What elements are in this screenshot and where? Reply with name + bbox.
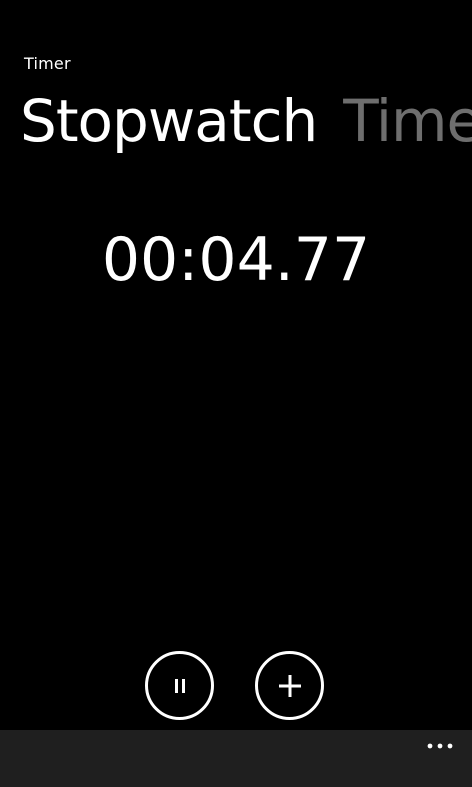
plus-icon [278, 674, 301, 697]
pivot-header: Stopwatch Timer [20, 84, 472, 160]
pivot-item-stopwatch[interactable]: Stopwatch [20, 84, 318, 158]
app-title: Timer [24, 54, 71, 73]
pause-icon [174, 678, 185, 693]
lap-button[interactable] [255, 651, 324, 720]
stopwatch-time-display: 00:04.77 [101, 225, 371, 295]
ellipsis-icon [427, 743, 453, 749]
more-options-button[interactable] [420, 734, 460, 758]
app-bar [0, 730, 472, 787]
pivot-item-timer[interactable]: Timer [343, 84, 472, 158]
pause-button[interactable] [145, 651, 214, 720]
